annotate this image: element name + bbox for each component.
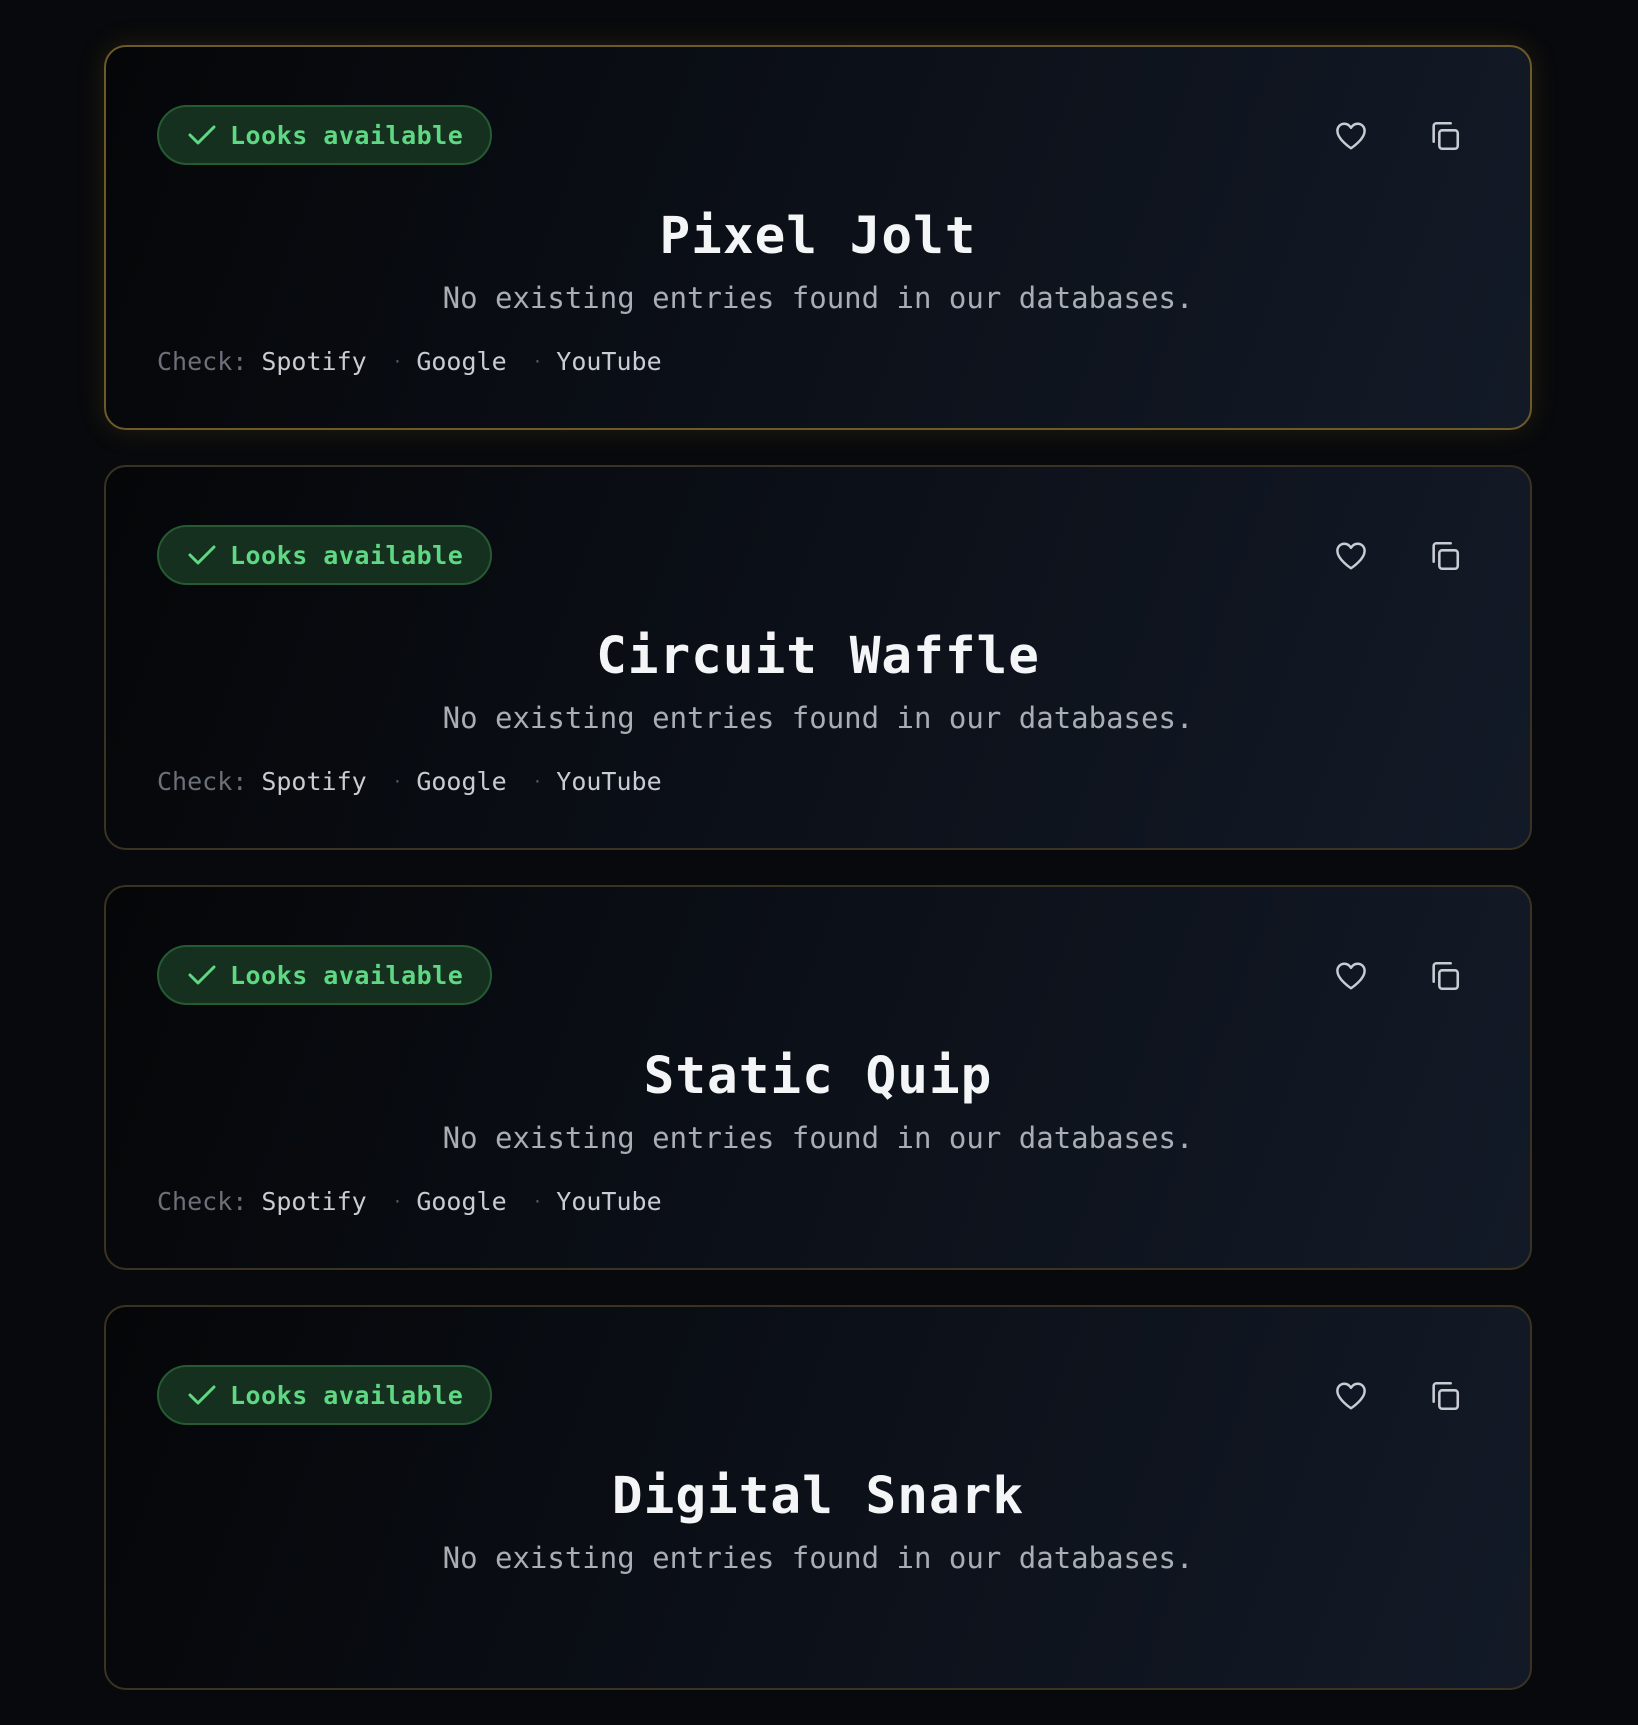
separator: ·: [532, 352, 543, 371]
separator: ·: [532, 1192, 543, 1211]
youtube-link[interactable]: YouTube: [556, 767, 661, 796]
youtube-link[interactable]: YouTube: [556, 1187, 661, 1216]
google-link[interactable]: Google: [416, 347, 506, 376]
name-card: Looks available Static Quip No existing …: [104, 885, 1532, 1270]
heart-icon: [1334, 541, 1368, 571]
heart-icon: [1334, 961, 1368, 991]
name-card: Looks available Circuit Waffle No existi…: [104, 465, 1532, 850]
copy-button[interactable]: [1426, 1377, 1464, 1415]
availability-badge: Looks available: [157, 525, 493, 585]
google-link[interactable]: Google: [416, 1187, 506, 1216]
favorite-button[interactable]: [1332, 117, 1370, 155]
availability-badge: Looks available: [157, 105, 493, 165]
card-actions: [1332, 117, 1464, 155]
card-subtitle: No existing entries found in our databas…: [442, 1121, 1194, 1155]
copy-icon: [1428, 1379, 1462, 1413]
name-card: Looks available Digital Snark No existin…: [104, 1305, 1532, 1690]
youtube-link[interactable]: YouTube: [556, 347, 661, 376]
card-title: Static Quip: [643, 1047, 993, 1106]
check-label: Check:: [157, 1187, 248, 1216]
check-icon: [188, 964, 216, 986]
separator: ·: [532, 772, 543, 791]
copy-icon: [1428, 959, 1462, 993]
availability-label: Looks available: [230, 540, 464, 570]
favorite-button[interactable]: [1332, 1377, 1370, 1415]
card-title: Circuit Waffle: [596, 627, 1040, 686]
spotify-link[interactable]: Spotify: [261, 347, 366, 376]
copy-icon: [1428, 539, 1462, 573]
favorite-button[interactable]: [1332, 957, 1370, 995]
name-card: Looks available Pixel Jolt No existing e…: [104, 45, 1532, 430]
availability-badge: Looks available: [157, 945, 493, 1005]
copy-button[interactable]: [1426, 537, 1464, 575]
separator: ·: [392, 1192, 403, 1211]
copy-button[interactable]: [1426, 957, 1464, 995]
heart-icon: [1334, 121, 1368, 151]
check-links: Check: Spotify · Google · YouTube: [157, 347, 662, 376]
card-actions: [1332, 1377, 1464, 1415]
copy-icon: [1428, 119, 1462, 153]
favorite-button[interactable]: [1332, 537, 1370, 575]
card-subtitle: No existing entries found in our databas…: [442, 1541, 1194, 1575]
availability-label: Looks available: [230, 120, 464, 150]
check-links: Check: Spotify · Google · YouTube: [157, 767, 662, 796]
availability-badge: Looks available: [157, 1365, 493, 1425]
availability-label: Looks available: [230, 960, 464, 990]
spotify-link[interactable]: Spotify: [261, 1187, 366, 1216]
results-list: Looks available Pixel Jolt No existing e…: [104, 45, 1532, 1725]
availability-label: Looks available: [230, 1380, 464, 1410]
card-subtitle: No existing entries found in our databas…: [442, 701, 1194, 735]
card-actions: [1332, 957, 1464, 995]
check-icon: [188, 1384, 216, 1406]
separator: ·: [392, 352, 403, 371]
card-title: Digital Snark: [611, 1467, 1025, 1526]
copy-button[interactable]: [1426, 117, 1464, 155]
separator: ·: [392, 772, 403, 791]
card-title: Pixel Jolt: [659, 207, 977, 266]
google-link[interactable]: Google: [416, 767, 506, 796]
card-subtitle: No existing entries found in our databas…: [442, 281, 1194, 315]
check-icon: [188, 544, 216, 566]
heart-icon: [1334, 1381, 1368, 1411]
card-actions: [1332, 537, 1464, 575]
check-icon: [188, 124, 216, 146]
check-links: Check: Spotify · Google · YouTube: [157, 1187, 662, 1216]
spotify-link[interactable]: Spotify: [261, 767, 366, 796]
check-label: Check:: [157, 347, 248, 376]
check-label: Check:: [157, 767, 248, 796]
